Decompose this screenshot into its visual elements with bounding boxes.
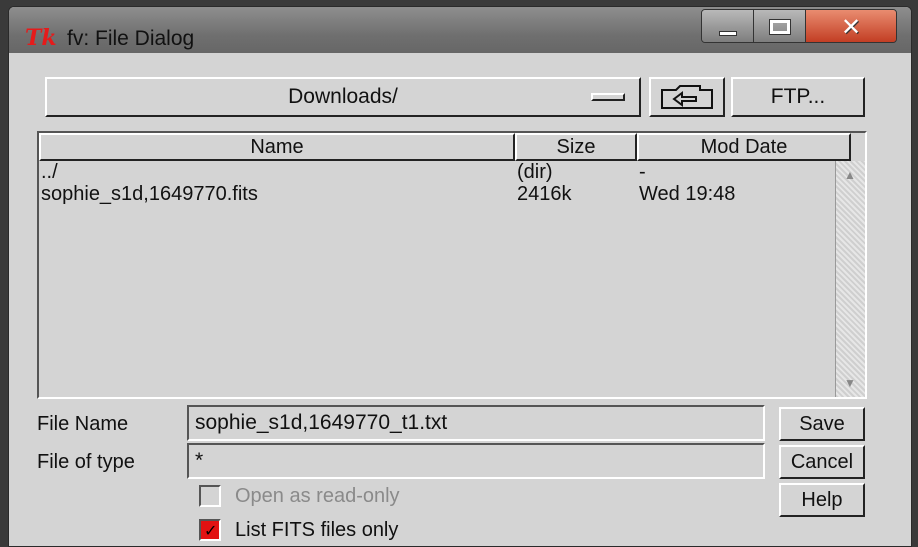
file-date: Wed 19:48 <box>639 183 736 205</box>
close-icon: ✕ <box>840 13 862 41</box>
column-header-mod-date[interactable]: Mod Date <box>637 133 851 161</box>
maximize-button[interactable] <box>754 10 806 42</box>
menu-indicator-icon <box>591 93 625 101</box>
ftp-button[interactable]: FTP... <box>731 77 865 117</box>
fits-only-label: List FITS files only <box>235 518 399 541</box>
window-controls: ✕ <box>701 9 897 43</box>
file-row[interactable]: sophie_s1d,1649770.fits 2416k Wed 19:48 <box>39 183 839 207</box>
minimize-button[interactable] <box>702 10 754 42</box>
file-size: (dir) <box>517 161 553 183</box>
read-only-checkbox[interactable] <box>199 485 221 507</box>
tk-logo-icon: Tk <box>25 25 57 51</box>
file-type-input[interactable]: * <box>187 443 765 479</box>
maximize-icon <box>768 19 791 35</box>
fits-only-checkbox[interactable]: ✓ <box>199 519 221 541</box>
file-size: 2416k <box>517 183 572 205</box>
file-type-label: File of type <box>37 451 135 473</box>
close-button[interactable]: ✕ <box>806 10 896 42</box>
checkmark-icon: ✓ <box>204 523 218 540</box>
read-only-option[interactable]: Open as read-only <box>199 483 400 509</box>
help-button[interactable]: Help <box>779 483 865 517</box>
column-header-size[interactable]: Size <box>515 133 637 161</box>
directory-menu-label: Downloads/ <box>288 85 398 108</box>
dialog-body: Downloads/ FTP... Name Size Mod Date ../… <box>9 53 911 546</box>
read-only-label: Open as read-only <box>235 484 400 507</box>
parent-folder-button[interactable] <box>649 77 725 117</box>
file-name-input[interactable]: sophie_s1d,1649770_t1.txt <box>187 405 765 441</box>
window-title: fv: File Dialog <box>67 27 195 50</box>
fits-only-option[interactable]: ✓ List FITS files only <box>199 517 398 543</box>
file-name: ../ <box>41 161 58 183</box>
file-dialog-window: Tk fv: File Dialog ✕ Downloads/ FTP... N… <box>8 6 912 547</box>
file-row-parent[interactable]: ../ (dir) - <box>39 161 839 185</box>
file-name-label: File Name <box>37 413 129 435</box>
file-list[interactable]: Name Size Mod Date ../ (dir) - sophie_s1… <box>37 131 867 399</box>
scroll-up-icon[interactable]: ▲ <box>838 163 862 187</box>
minimize-icon <box>718 30 737 36</box>
scroll-down-icon[interactable]: ▼ <box>838 371 862 395</box>
column-header-name[interactable]: Name <box>39 133 515 161</box>
cancel-button[interactable]: Cancel <box>779 445 865 479</box>
folder-up-icon <box>661 85 713 109</box>
directory-menu[interactable]: Downloads/ <box>45 77 641 117</box>
file-date: - <box>639 161 646 183</box>
vertical-scrollbar[interactable]: ▲ ▼ <box>835 161 865 397</box>
file-name: sophie_s1d,1649770.fits <box>41 183 258 205</box>
save-button[interactable]: Save <box>779 407 865 441</box>
